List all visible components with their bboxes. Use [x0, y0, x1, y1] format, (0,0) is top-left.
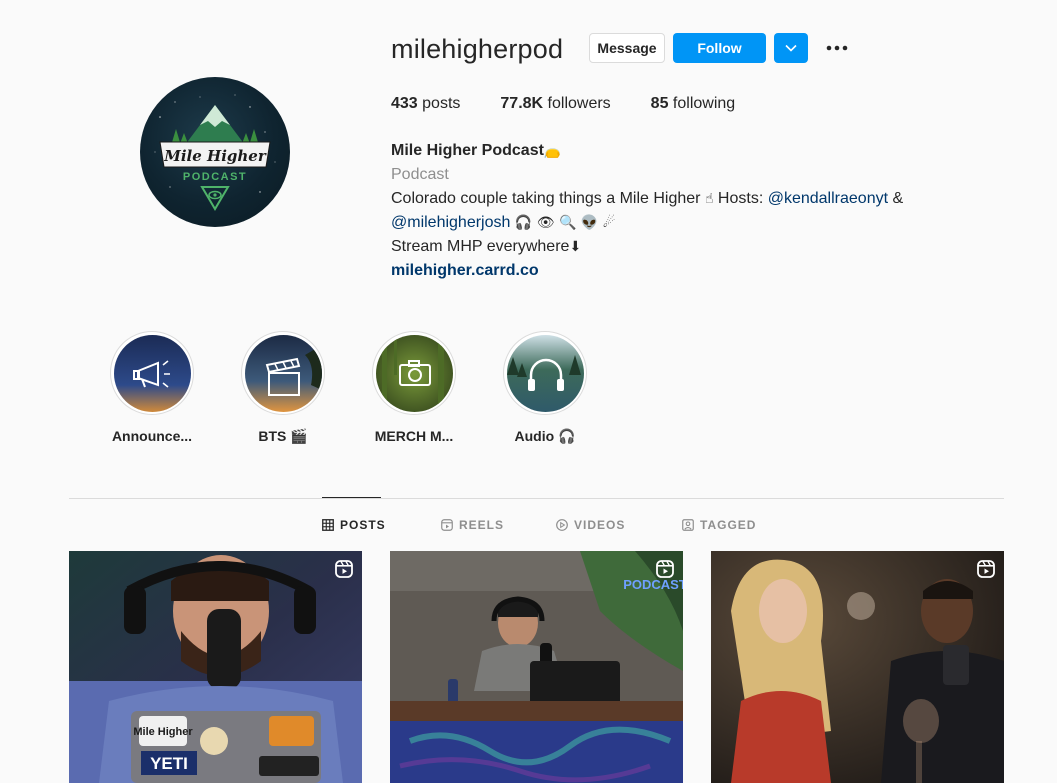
highlight-cover: [113, 334, 191, 412]
tab-reels[interactable]: REELS: [441, 518, 504, 532]
down-arrow-emoji: ⬇: [569, 239, 582, 255]
play-icon: [556, 519, 568, 531]
profile-stats: 433 posts 77.8K followers 85 following: [391, 95, 775, 113]
reel-icon: [335, 560, 353, 578]
reel-icon: [977, 560, 995, 578]
bio-emojis: 🎧 👁 🔍 👽 ☄: [510, 215, 616, 231]
post-image: PODCAST: [390, 551, 683, 783]
follow-button[interactable]: Follow: [673, 33, 766, 63]
bio-ampersand: &: [888, 190, 904, 207]
mention-kendallraeonyt[interactable]: @kendallraeonyt: [768, 190, 888, 207]
highlight-ring: [110, 331, 194, 415]
followers-stat[interactable]: 77.8K followers: [500, 95, 610, 113]
headphones-icon: [506, 334, 584, 412]
highlight-ring: [503, 331, 587, 415]
highlight-ring: [241, 331, 325, 415]
bio-hosts-text: Hosts:: [713, 190, 768, 207]
svg-text:PODCAST: PODCAST: [183, 171, 247, 183]
bio-website-link[interactable]: milehigher.carrd.co: [391, 262, 539, 279]
posts-label: posts: [417, 95, 461, 112]
profile-display-name: Mile Higher Podcast: [391, 142, 544, 159]
highlight-ring: [372, 331, 456, 415]
grid-icon: [322, 519, 334, 531]
highlight-label: BTS 🎬: [258, 428, 308, 444]
profile-avatar[interactable]: Mile Higher PODCAST: [140, 77, 290, 227]
megaphone-icon: [113, 334, 191, 412]
svg-text:Mile Higher: Mile Higher: [163, 147, 267, 165]
pouch-emoji: 👝: [543, 143, 562, 159]
tab-tagged[interactable]: TAGGED: [682, 518, 756, 532]
story-highlights: Announce... BTS 🎬 MERCH M... Audio 🎧: [107, 331, 631, 445]
tab-label: POSTS: [340, 518, 386, 532]
followers-label: followers: [543, 95, 611, 112]
profile-tabs: POSTS REELS VIDEOS TAGGED: [0, 518, 1057, 534]
highlight-audio[interactable]: Audio 🎧: [500, 331, 590, 445]
post-image: [711, 551, 1004, 783]
following-label: following: [668, 95, 736, 112]
highlight-cover: [375, 334, 453, 412]
post-thumbnail[interactable]: Mile Higher YETI: [69, 551, 362, 783]
profile-username: milehigherpod: [391, 34, 564, 64]
tab-label: REELS: [459, 518, 505, 532]
highlight-announcements[interactable]: Announce...: [107, 331, 197, 445]
clapperboard-icon: [244, 334, 322, 412]
following-stat[interactable]: 85 following: [651, 95, 736, 113]
reel-icon: [656, 560, 674, 578]
camera-icon: [375, 334, 453, 412]
following-count: 85: [650, 95, 669, 112]
highlight-cover: [244, 334, 322, 412]
svg-text:PODCAST: PODCAST: [623, 577, 683, 592]
tab-videos[interactable]: VIDEOS: [556, 518, 625, 532]
profile-bio: Mile Higher Podcast👝 Podcast Colorado co…: [391, 139, 951, 283]
post-thumbnail[interactable]: PODCAST: [390, 551, 683, 783]
message-button[interactable]: Message: [589, 33, 665, 63]
followers-count: 77.8K: [500, 95, 544, 112]
mile-higher-logo: Mile Higher PODCAST: [154, 94, 276, 211]
chevron-down-icon: [785, 44, 797, 52]
posts-stat: 433 posts: [391, 95, 460, 113]
tab-label: VIDEOS: [574, 518, 626, 532]
post-thumbnail[interactable]: [711, 551, 1004, 783]
highlight-label: MERCH M...: [374, 428, 454, 444]
bio-text-line3: Stream MHP everywhere: [391, 238, 570, 255]
tab-label: TAGGED: [700, 518, 757, 532]
tab-posts[interactable]: POSTS: [322, 518, 386, 532]
tabs-divider: [69, 498, 1004, 499]
more-options-button[interactable]: [822, 36, 852, 60]
profile-category: Podcast: [391, 166, 449, 183]
svg-text:Mile Higher: Mile Higher: [133, 726, 193, 738]
highlight-bts[interactable]: BTS 🎬: [238, 331, 328, 445]
highlight-label: Announce...: [111, 428, 193, 444]
highlight-label: Audio 🎧: [514, 428, 576, 444]
highlight-merch[interactable]: MERCH M...: [369, 331, 459, 445]
mention-milehigherjosh[interactable]: @milehigherjosh: [391, 214, 510, 231]
more-dots-icon: [826, 45, 848, 51]
bio-text-line1: Colorado couple taking things a Mile Hig…: [391, 190, 705, 207]
reels-icon: [441, 519, 453, 531]
post-image: Mile Higher YETI: [69, 551, 362, 783]
suggested-dropdown-button[interactable]: [774, 33, 808, 63]
posts-count: 433: [391, 95, 418, 112]
tag-icon: [682, 519, 694, 531]
highlight-cover: [506, 334, 584, 412]
svg-text:YETI: YETI: [150, 754, 188, 773]
active-tab-indicator: [322, 497, 381, 498]
